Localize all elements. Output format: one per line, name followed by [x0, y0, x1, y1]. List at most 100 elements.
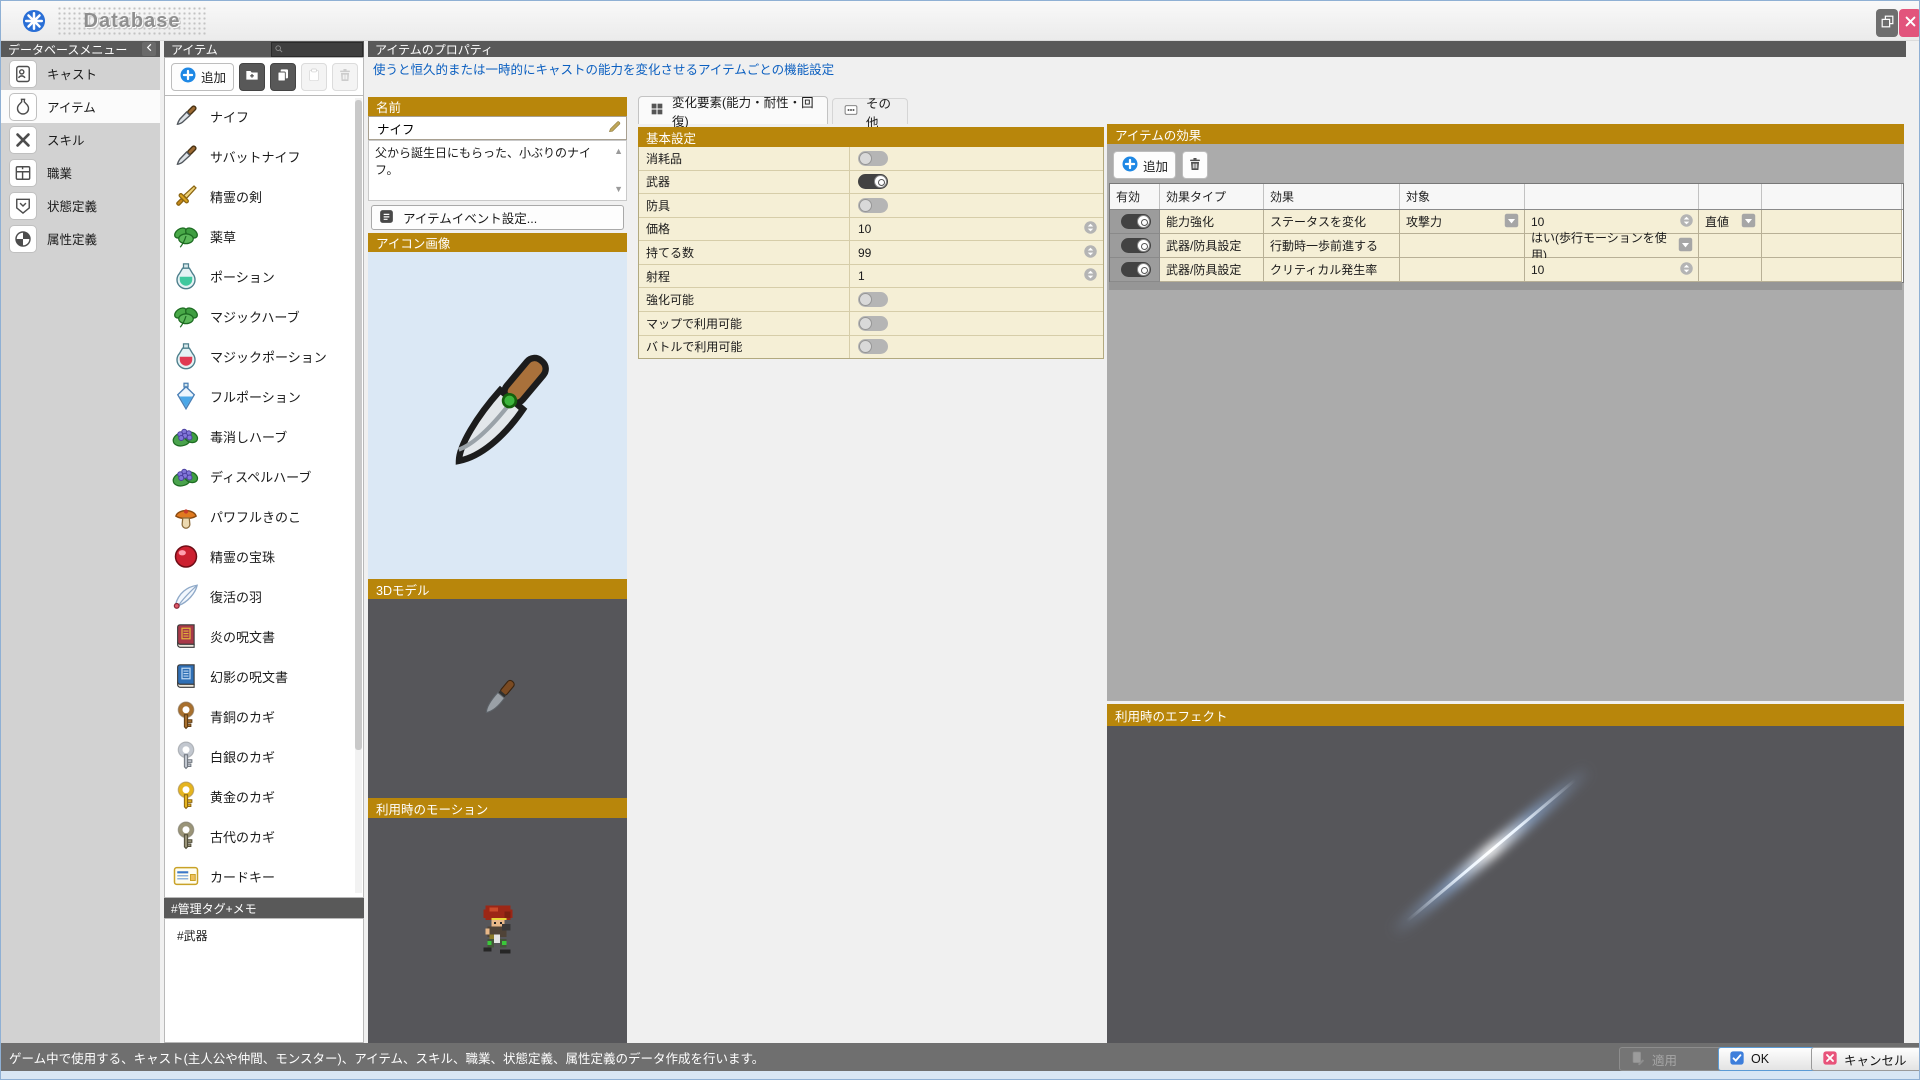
- sidebar-item-item[interactable]: アイテム: [1, 90, 160, 123]
- list-item-6[interactable]: マジックポーション: [165, 336, 363, 376]
- item-name-input[interactable]: [375, 120, 607, 136]
- effects-cell[interactable]: はい(歩行モーションを使用): [1525, 234, 1699, 258]
- toggle-switch[interactable]: [858, 292, 888, 307]
- list-item-17[interactable]: 黄金のカギ: [165, 776, 363, 816]
- effect-enabled-cell: [1110, 234, 1160, 258]
- list-item-15[interactable]: 青銅のカギ: [165, 696, 363, 736]
- toggle-switch[interactable]: [858, 174, 888, 189]
- spinner-icon[interactable]: [1083, 267, 1098, 285]
- dropdown-icon[interactable]: [1503, 212, 1520, 232]
- use-effect-preview[interactable]: [1107, 726, 1904, 1043]
- list-item-13[interactable]: 炎の呪文書: [165, 616, 363, 656]
- number-value[interactable]: 10: [858, 222, 871, 236]
- setting-row: バトルで利用可能: [639, 336, 1103, 359]
- paste-button[interactable]: [301, 63, 327, 91]
- list-item-11[interactable]: 精霊の宝珠: [165, 536, 363, 576]
- tab-change-elements[interactable]: 変化要素(能力・耐性・回復): [638, 96, 828, 124]
- toggle-switch[interactable]: [858, 151, 888, 166]
- sidebar-item-state[interactable]: 状態定義: [1, 189, 160, 222]
- tab-other[interactable]: その他: [832, 98, 908, 124]
- use-effect-header: 利用時のエフェクト: [1107, 704, 1904, 726]
- spinner-icon[interactable]: [1679, 213, 1694, 231]
- list-item-9[interactable]: ディスペルハーブ: [165, 456, 363, 496]
- search-box[interactable]: [271, 42, 363, 57]
- add-effect-button[interactable]: 追加: [1113, 151, 1176, 179]
- list-item-14[interactable]: 幻影の呪文書: [165, 656, 363, 696]
- number-value[interactable]: 99: [858, 246, 871, 260]
- setting-row: 防具: [639, 194, 1103, 218]
- list-item-4[interactable]: ポーション: [165, 256, 363, 296]
- list-item-1[interactable]: サバットナイフ: [165, 136, 363, 176]
- cell-text: 直値: [1705, 213, 1729, 230]
- cancel-button[interactable]: キャンセル: [1811, 1047, 1920, 1071]
- delete-effect-button[interactable]: [1182, 151, 1208, 179]
- add-folder-button[interactable]: [239, 63, 265, 91]
- list-item-18[interactable]: 古代のカギ: [165, 816, 363, 856]
- item-event-settings-button[interactable]: アイテムイベント設定...: [371, 205, 624, 230]
- item-description-box[interactable]: 父から誕生日にもらった、小ぶりのナイフ。 ▲ ▼: [368, 140, 627, 201]
- toggle-switch[interactable]: [1121, 238, 1151, 253]
- sidebar-item-skill[interactable]: スキル: [1, 123, 160, 156]
- list-item-10[interactable]: パワフルきのこ: [165, 496, 363, 536]
- number-value[interactable]: 1: [858, 269, 865, 283]
- list-item-label: 精霊の剣: [210, 187, 262, 206]
- list-item-label: 復活の羽: [210, 587, 262, 606]
- sidebar-item-job[interactable]: 職業: [1, 156, 160, 189]
- list-item-19[interactable]: カードキー: [165, 856, 363, 896]
- search-input[interactable]: [284, 43, 358, 56]
- list-item-5[interactable]: マジックハーブ: [165, 296, 363, 336]
- sidebar-collapse-button[interactable]: [142, 42, 156, 56]
- duplicate-button[interactable]: [270, 63, 296, 91]
- close-window-button[interactable]: [1899, 9, 1920, 37]
- icon-image-preview[interactable]: [368, 252, 627, 579]
- setting-row: 射程 1: [639, 265, 1103, 289]
- spinner-icon[interactable]: [1083, 220, 1098, 238]
- effect-row[interactable]: 武器/防具設定 クリティカル発生率 10: [1110, 258, 1903, 282]
- effect-row[interactable]: 武器/防具設定 行動時一歩前進する はい(歩行モーションを使用): [1110, 234, 1903, 258]
- pencil-icon[interactable]: [607, 119, 622, 137]
- toggle-switch[interactable]: [858, 316, 888, 331]
- toggle-switch[interactable]: [858, 339, 888, 354]
- dropdown-icon[interactable]: [1740, 212, 1757, 232]
- dropdown-icon[interactable]: [1677, 236, 1694, 256]
- setting-value: 10: [850, 218, 1103, 241]
- toggle-switch[interactable]: [1121, 214, 1151, 229]
- list-item-2[interactable]: 精霊の剣: [165, 176, 363, 216]
- toggle-switch[interactable]: [1121, 262, 1151, 277]
- sidebar-item-cast[interactable]: キャスト: [1, 57, 160, 90]
- sidebar-item-attribute[interactable]: 属性定義: [1, 222, 160, 255]
- list-item-16[interactable]: 白銀のカギ: [165, 736, 363, 776]
- basic-settings-header-label: 基本設定: [646, 128, 696, 147]
- list-item-8[interactable]: 毒消しハーブ: [165, 416, 363, 456]
- motion-preview[interactable]: [368, 818, 627, 1043]
- spinner-icon[interactable]: [1679, 261, 1694, 279]
- chevron-left-icon: [144, 42, 155, 56]
- effects-table-hscrollbar[interactable]: [1109, 282, 1902, 290]
- spinner-icon[interactable]: [1083, 244, 1098, 262]
- list-item-7[interactable]: フルポーション: [165, 376, 363, 416]
- scroll-down-icon[interactable]: ▼: [614, 183, 623, 196]
- list-item-12[interactable]: 復活の羽: [165, 576, 363, 616]
- add-item-button[interactable]: 追加: [171, 63, 234, 91]
- delete-button[interactable]: [332, 63, 358, 91]
- sidebar-item-label: 状態定義: [47, 196, 97, 215]
- list-item-3[interactable]: 薬草: [165, 216, 363, 256]
- effect-row[interactable]: 能力強化 ステータスを変化 攻撃力 10 直値: [1110, 210, 1903, 234]
- effects-cell: ステータスを変化: [1264, 210, 1400, 234]
- basic-settings-table: 消耗品 武器 防具 価格 10 持てる数 99 射程 1 強化可能 マップで利用…: [638, 147, 1104, 359]
- item-list-scrollbar[interactable]: [355, 98, 362, 893]
- motion-header: 利用時のモーション: [368, 798, 627, 818]
- restore-window-button[interactable]: [1876, 9, 1898, 37]
- toggle-switch[interactable]: [858, 198, 888, 213]
- add-effect-label: 追加: [1143, 156, 1168, 175]
- tag-memo-body[interactable]: #武器: [164, 918, 364, 1043]
- scrollbar-thumb[interactable]: [355, 100, 362, 750]
- effects-cell[interactable]: 直値: [1699, 210, 1762, 234]
- effects-cell[interactable]: 10: [1525, 258, 1699, 282]
- state-icon: [9, 192, 37, 220]
- model-3d-preview[interactable]: [368, 599, 627, 798]
- scroll-up-icon[interactable]: ▲: [614, 145, 623, 158]
- effects-cell[interactable]: 攻撃力: [1400, 210, 1525, 234]
- list-item-label: 黄金のカギ: [210, 787, 275, 806]
- list-item-0[interactable]: ナイフ: [165, 96, 363, 136]
